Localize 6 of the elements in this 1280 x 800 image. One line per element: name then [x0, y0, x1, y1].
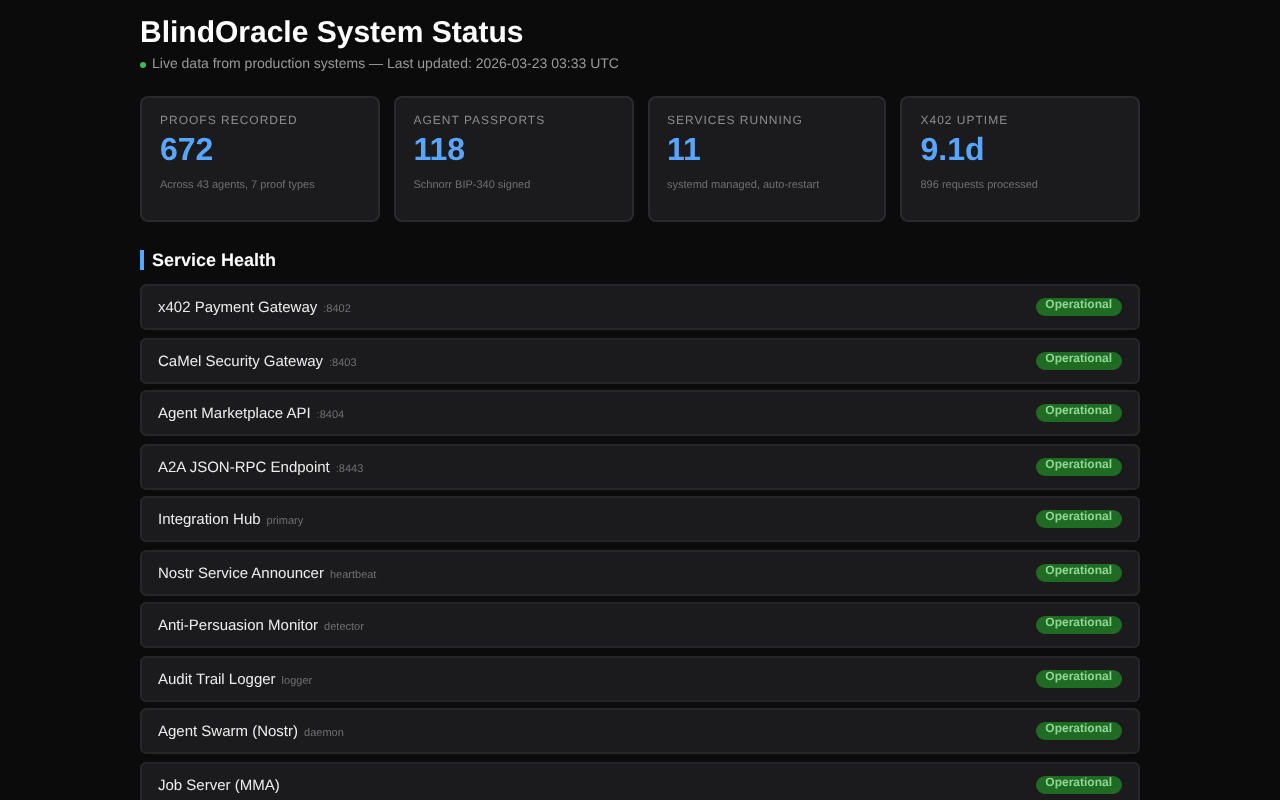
page-title: BlindOracle System Status: [140, 16, 526, 50]
stat-value: 9.1d: [920, 134, 985, 170]
section-title: Service Health: [140, 250, 1140, 270]
stat-value: 11: [667, 134, 701, 170]
stat-value: 118: [413, 134, 466, 170]
stat-value: 672: [160, 134, 214, 170]
